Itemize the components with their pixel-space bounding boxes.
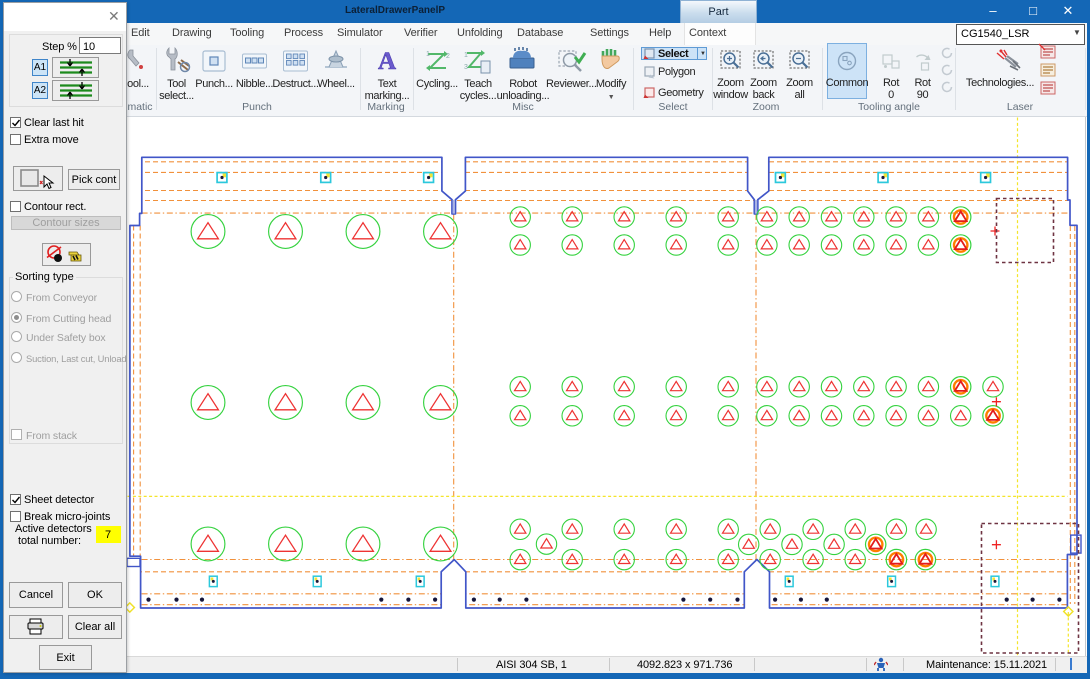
svg-text:A: A xyxy=(378,48,396,75)
svg-text:3: 3 xyxy=(464,64,468,71)
svg-text:2: 2 xyxy=(446,53,450,60)
svg-text:1: 1 xyxy=(426,51,430,58)
svg-text:1: 1 xyxy=(464,52,468,59)
